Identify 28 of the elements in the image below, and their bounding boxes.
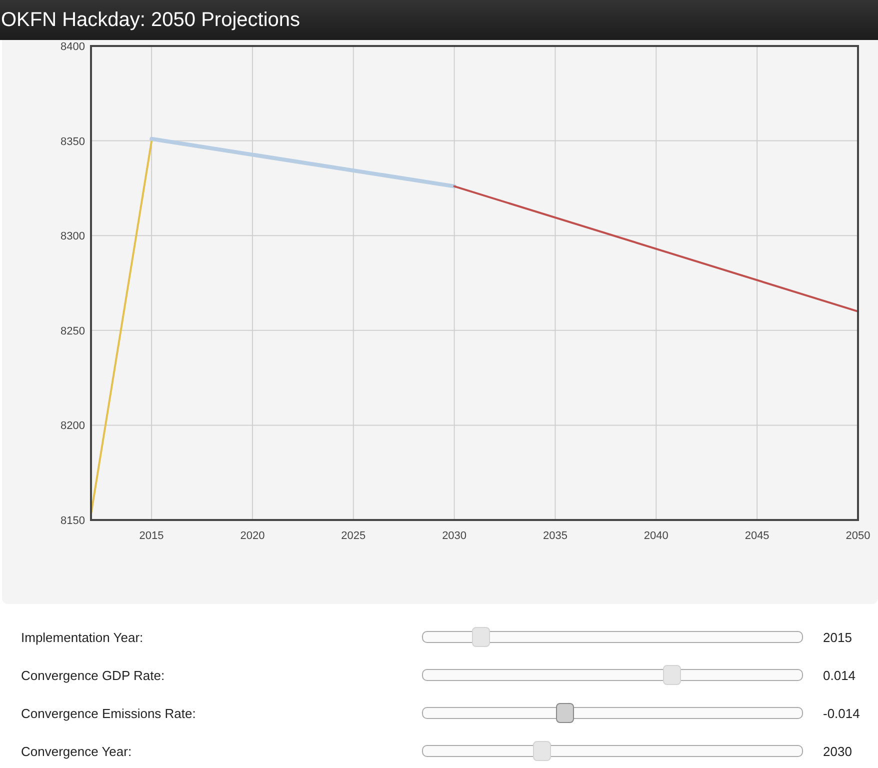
- x-tick-label: 2045: [744, 530, 770, 542]
- x-tick-label: 2035: [543, 530, 568, 542]
- slider-value: 2015: [823, 630, 852, 644]
- slider-thumb[interactable]: [556, 703, 574, 723]
- y-tick-label: 8250: [60, 325, 85, 338]
- x-tick-label: 2020: [240, 530, 265, 542]
- slider[interactable]: [422, 741, 803, 761]
- window-title: OKFN Hackday: 2050 Projections: [0, 8, 300, 32]
- slider-label: Implementation Year:: [20, 630, 144, 644]
- x-tick-label: 2030: [442, 530, 467, 542]
- y-tick-label: 8150: [60, 515, 85, 527]
- slider[interactable]: [422, 627, 803, 647]
- slider-value: 0.014: [823, 668, 856, 682]
- slider[interactable]: [422, 665, 803, 685]
- x-tick-label: 2040: [644, 530, 668, 542]
- y-tick-label: 8200: [60, 420, 85, 432]
- x-tick-label: 2050: [846, 530, 870, 542]
- x-tick-label: 2025: [341, 530, 366, 542]
- slider-label: Convergence Emissions Rate:: [20, 706, 197, 720]
- y-tick-label: 8400: [60, 41, 85, 53]
- slider-value: 2030: [823, 744, 852, 758]
- y-tick-label: 8300: [60, 230, 85, 243]
- y-tick-label: 8350: [60, 136, 85, 148]
- slider-label: Convergence Year:: [20, 744, 133, 758]
- slider-label: Convergence GDP Rate:: [20, 668, 166, 682]
- x-tick-label: 2015: [139, 530, 164, 542]
- slider[interactable]: [422, 703, 803, 723]
- slider-value: -0.014: [823, 706, 860, 720]
